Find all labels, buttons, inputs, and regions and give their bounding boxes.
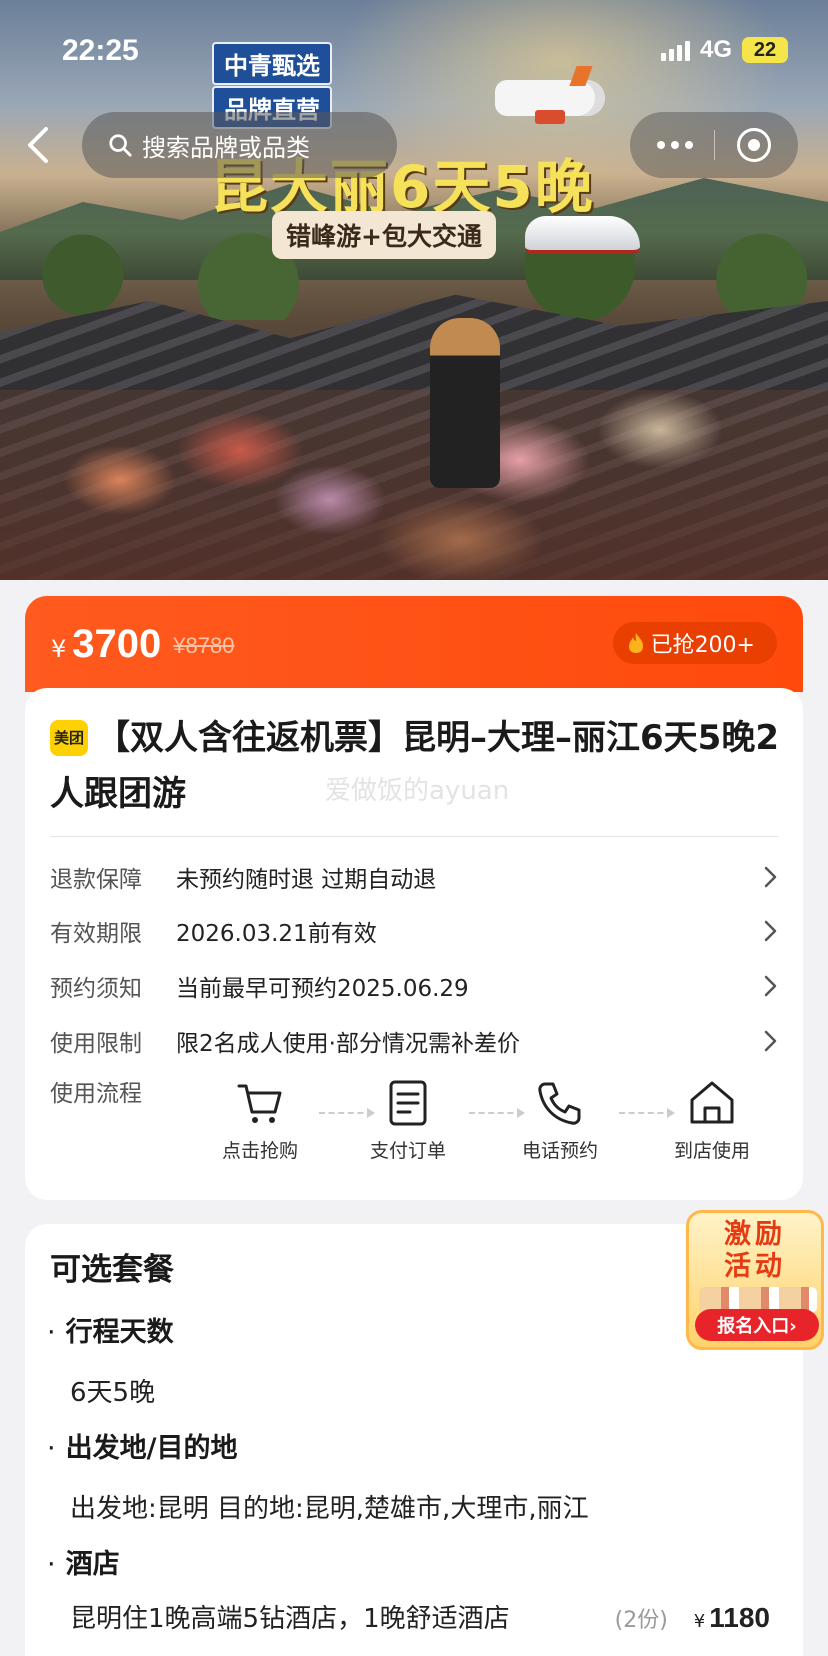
sold-count-text: 已抢200+ bbox=[650, 633, 755, 658]
watermark: 爱做饭的ayuan bbox=[325, 776, 510, 806]
close-target-icon[interactable] bbox=[737, 128, 772, 162]
flow-step-store: 到店使用 bbox=[657, 1078, 767, 1163]
search-placeholder: 搜索品牌或品类 bbox=[142, 133, 310, 162]
status-indicators: 4G 22 bbox=[660, 36, 788, 64]
info-value: 未预约随时退 过期自动退 bbox=[176, 867, 437, 893]
sold-count-badge: 已抢200+ bbox=[612, 622, 777, 664]
network-type: 4G bbox=[699, 36, 732, 63]
option-head-hotel: 酒店 bbox=[47, 1542, 120, 1581]
flow-step-call: 电话预约 bbox=[505, 1078, 615, 1163]
search-input[interactable]: 搜索品牌或品类 bbox=[82, 112, 397, 178]
store-icon bbox=[690, 1081, 734, 1124]
airplane-icon bbox=[495, 80, 605, 124]
info-label: 预约须知 bbox=[50, 976, 142, 1002]
more-icon[interactable] bbox=[656, 141, 693, 149]
back-button[interactable] bbox=[18, 120, 58, 170]
fire-icon bbox=[628, 633, 643, 653]
option-value-days[interactable]: 6天5晚 bbox=[70, 1372, 155, 1409]
meituan-logo: 美团 bbox=[50, 720, 88, 756]
info-row-validity[interactable]: 有效期限 2026.03.21前有效 bbox=[50, 910, 780, 952]
price-bar: ¥ 3700 ¥8780 已抢200+ bbox=[25, 596, 803, 692]
battery-icon: 22 bbox=[742, 37, 788, 63]
flow-step-label: 点击抢购 bbox=[221, 1140, 298, 1162]
chevron-right-icon bbox=[764, 1030, 777, 1052]
info-label: 有效期限 bbox=[50, 921, 142, 947]
promo-title: 激励 活动 bbox=[689, 1219, 821, 1283]
info-label: 退款保障 bbox=[50, 867, 142, 893]
flow-step-label: 到店使用 bbox=[673, 1140, 750, 1162]
usage-flow-label: 使用流程 bbox=[50, 1081, 142, 1107]
promo-line1: 激励 bbox=[724, 1219, 786, 1250]
options-title: 可选套餐 bbox=[50, 1252, 174, 1288]
chevron-right-icon bbox=[764, 866, 777, 888]
hero-person bbox=[430, 318, 500, 488]
info-value: 限2名成人使用·部分情况需补差价 bbox=[176, 1031, 520, 1057]
flow-step-label: 电话预约 bbox=[521, 1140, 598, 1162]
train-icon bbox=[525, 216, 640, 254]
hotel-price: 1180 bbox=[709, 1602, 770, 1633]
hotel-qty: (2份) bbox=[614, 1608, 668, 1633]
option-head-route: 出发地/目的地 bbox=[47, 1426, 238, 1465]
info-label: 使用限制 bbox=[50, 1031, 142, 1057]
product-info-card: 美团 【双人含往返机票】昆明–大理–丽江6天5晚2人跟团游 爱做饭的ayuan 退… bbox=[25, 688, 803, 1200]
hotel-name: 昆明住1晚高端5钻酒店，1晚舒适酒店 bbox=[70, 1604, 510, 1634]
battery-level: 22 bbox=[753, 38, 777, 61]
sale-price: 3700 bbox=[72, 621, 162, 666]
usage-flow: 点击抢购 支付订单 电话预约 到店使用 bbox=[205, 1078, 785, 1188]
original-price: ¥8780 bbox=[173, 633, 235, 658]
capsule-divider bbox=[714, 130, 716, 160]
option-head-days: 行程天数 bbox=[47, 1310, 174, 1349]
flow-step-pay: 支付订单 bbox=[353, 1078, 463, 1163]
divider bbox=[50, 836, 778, 837]
cart-icon bbox=[237, 1084, 282, 1123]
hero-banner: 中青甄选 品牌直营 昆大丽6天5晚 错峰游+包大交通 bbox=[0, 0, 828, 580]
hero-subtitle: 错峰游+包大交通 bbox=[272, 211, 496, 259]
status-time: 22:25 bbox=[62, 34, 139, 67]
info-row-restriction[interactable]: 使用限制 限2名成人使用·部分情况需补差价 bbox=[50, 1020, 780, 1062]
chevron-right-icon bbox=[764, 920, 777, 942]
search-icon bbox=[109, 134, 132, 157]
document-icon bbox=[389, 1080, 427, 1126]
promo-event-sticker[interactable]: 激励 活动 报名入口› bbox=[686, 1210, 824, 1350]
option-value-route[interactable]: 出发地:昆明 目的地:昆明,楚雄市,大理市,丽江 bbox=[70, 1488, 589, 1525]
phone-icon bbox=[538, 1082, 581, 1125]
hotel-option-row[interactable]: 昆明住1晚高端5钻酒店，1晚舒适酒店 (2份) ¥ 1180 bbox=[70, 1598, 770, 1635]
hero-cushions bbox=[0, 390, 828, 580]
promo-line2: 活动 bbox=[724, 1251, 786, 1282]
miniprogram-capsule bbox=[630, 112, 798, 178]
info-value: 当前最早可预约2025.06.29 bbox=[176, 976, 469, 1002]
flow-step-label: 支付订单 bbox=[369, 1140, 446, 1162]
chevron-left-icon bbox=[28, 127, 48, 163]
info-row-refund[interactable]: 退款保障 未预约随时退 过期自动退 bbox=[50, 856, 780, 898]
chevron-right-icon bbox=[764, 975, 777, 997]
hotel-currency: ¥ bbox=[693, 1611, 706, 1632]
promo-signup-button[interactable]: 报名入口› bbox=[695, 1309, 819, 1341]
hero-badge-top: 中青甄选 bbox=[212, 42, 332, 85]
flow-step-buy: 点击抢购 bbox=[205, 1078, 315, 1163]
signal-icon bbox=[660, 39, 690, 61]
info-value: 2026.03.21前有效 bbox=[176, 921, 377, 947]
currency-symbol: ¥ bbox=[51, 635, 67, 663]
info-row-booking[interactable]: 预约须知 当前最早可预约2025.06.29 bbox=[50, 965, 780, 1007]
